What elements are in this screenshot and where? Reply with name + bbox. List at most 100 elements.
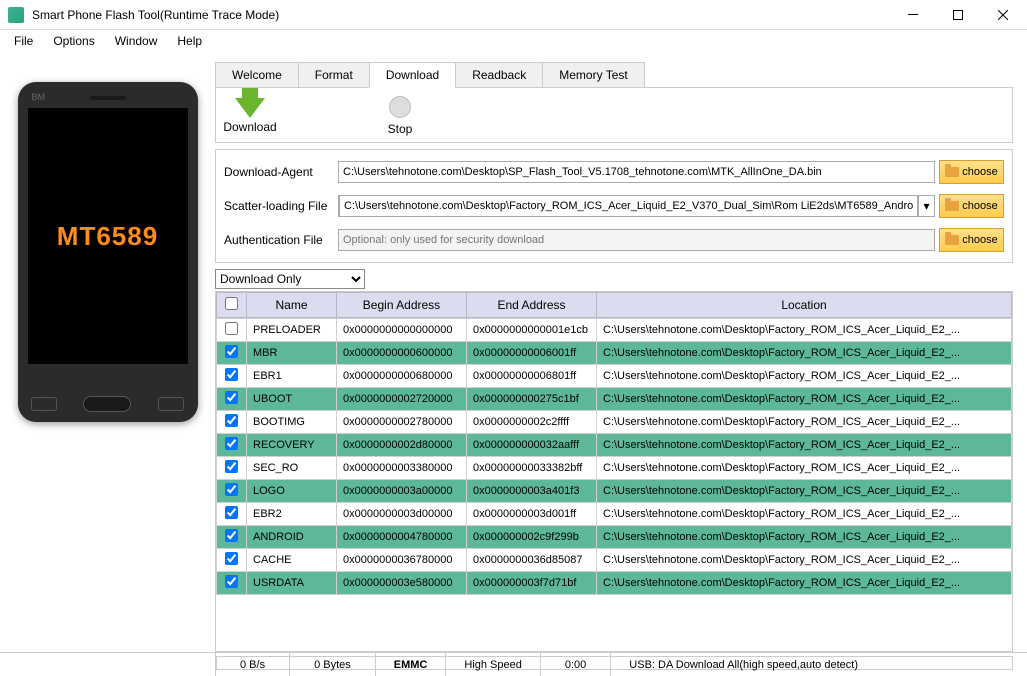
select-all-checkbox[interactable] — [225, 297, 238, 310]
menu-help[interactable]: Help — [167, 32, 212, 50]
col-begin[interactable]: Begin Address — [337, 293, 467, 318]
scatter-dropdown-button[interactable]: ▾ — [918, 196, 934, 216]
action-toolbar: Download Stop — [215, 88, 1013, 143]
scatter-choose-button[interactable]: choose — [939, 194, 1004, 218]
tab-download[interactable]: Download — [369, 62, 456, 88]
row-name: EBR2 — [247, 503, 337, 526]
da-path-input[interactable] — [338, 161, 935, 183]
auth-choose-button[interactable]: choose — [939, 228, 1004, 252]
table-row[interactable]: SEC_RO0x00000000033800000x00000000033382… — [217, 457, 1012, 480]
row-checkbox[interactable] — [225, 437, 238, 450]
row-name: EBR1 — [247, 365, 337, 388]
menubar: File Options Window Help — [0, 30, 1027, 52]
tab-format[interactable]: Format — [298, 62, 370, 87]
folder-icon — [945, 235, 959, 245]
row-checkbox[interactable] — [225, 552, 238, 565]
row-name: CACHE — [247, 549, 337, 572]
row-begin: 0x0000000003a00000 — [337, 480, 467, 503]
col-location[interactable]: Location — [597, 293, 1012, 318]
download-action[interactable]: Download — [220, 98, 280, 134]
row-location: C:\Users\tehnotone.com\Desktop\Factory_R… — [597, 342, 1012, 365]
col-name[interactable]: Name — [247, 293, 337, 318]
da-label: Download-Agent — [224, 165, 334, 179]
row-begin: 0x000000003e580000 — [337, 572, 467, 595]
back-hw-button — [158, 397, 184, 411]
row-end: 0x0000000036d85087 — [467, 549, 597, 572]
row-begin: 0x0000000003d00000 — [337, 503, 467, 526]
table-row[interactable]: ANDROID0x00000000047800000x000000002c9f2… — [217, 526, 1012, 549]
row-begin: 0x0000000002d80000 — [337, 434, 467, 457]
row-begin: 0x0000000000680000 — [337, 365, 467, 388]
close-button[interactable] — [980, 0, 1025, 29]
table-row[interactable]: EBR20x0000000003d000000x0000000003d001ff… — [217, 503, 1012, 526]
status-speed: 0 B/s — [216, 653, 290, 676]
row-checkbox[interactable] — [225, 391, 238, 404]
table-row[interactable]: UBOOT0x00000000027200000x000000000275c1b… — [217, 388, 1012, 411]
row-checkbox[interactable] — [225, 506, 238, 519]
table-row[interactable]: EBR10x00000000006800000x00000000006801ff… — [217, 365, 1012, 388]
menu-window[interactable]: Window — [105, 32, 168, 50]
folder-icon — [945, 201, 959, 211]
row-begin: 0x0000000004780000 — [337, 526, 467, 549]
row-location: C:\Users\tehnotone.com\Desktop\Factory_R… — [597, 411, 1012, 434]
row-checkbox[interactable] — [225, 368, 238, 381]
menu-options[interactable]: Options — [43, 32, 104, 50]
row-checkbox[interactable] — [225, 414, 238, 427]
row-name: MBR — [247, 342, 337, 365]
row-end: 0x00000000006801ff — [467, 365, 597, 388]
row-location: C:\Users\tehnotone.com\Desktop\Factory_R… — [597, 480, 1012, 503]
stop-action-label: Stop — [388, 122, 413, 136]
download-mode-select[interactable]: Download Only — [215, 269, 365, 289]
tab-readback[interactable]: Readback — [455, 62, 543, 87]
status-mode: High Speed — [446, 653, 541, 676]
table-row[interactable]: RECOVERY0x0000000002d800000x000000000032… — [217, 434, 1012, 457]
download-arrow-icon — [235, 98, 265, 118]
window-title: Smart Phone Flash Tool(Runtime Trace Mod… — [32, 8, 890, 22]
table-row[interactable]: USRDATA0x000000003e5800000x000000003f7d7… — [217, 572, 1012, 595]
phone-speaker — [90, 96, 126, 100]
row-end: 0x0000000003a401f3 — [467, 480, 597, 503]
da-choose-button[interactable]: choose — [939, 160, 1004, 184]
row-begin: 0x0000000000600000 — [337, 342, 467, 365]
titlebar: Smart Phone Flash Tool(Runtime Trace Mod… — [0, 0, 1027, 30]
table-row[interactable]: BOOTIMG0x00000000027800000x0000000002c2f… — [217, 411, 1012, 434]
phone-screen: MT6589 — [28, 108, 188, 364]
row-end: 0x00000000033382bff — [467, 457, 597, 480]
row-checkbox[interactable] — [225, 345, 238, 358]
phone-hw-buttons — [18, 396, 198, 412]
col-end[interactable]: End Address — [467, 293, 597, 318]
minimize-button[interactable] — [890, 0, 935, 29]
tab-welcome[interactable]: Welcome — [215, 62, 299, 87]
table-row[interactable]: PRELOADER0x00000000000000000x00000000000… — [217, 319, 1012, 342]
row-checkbox[interactable] — [225, 483, 238, 496]
stop-action[interactable]: Stop — [370, 96, 430, 136]
scatter-combo[interactable]: ▾ — [338, 195, 935, 217]
row-begin: 0x0000000002780000 — [337, 411, 467, 434]
maximize-button[interactable] — [935, 0, 980, 29]
row-name: UBOOT — [247, 388, 337, 411]
row-checkbox[interactable] — [225, 460, 238, 473]
file-selection-panel: Download-Agent choose Scatter-loading Fi… — [215, 149, 1013, 263]
row-checkbox[interactable] — [225, 575, 238, 588]
table-row[interactable]: LOGO0x0000000003a000000x0000000003a401f3… — [217, 480, 1012, 503]
scatter-label: Scatter-loading File — [224, 199, 334, 213]
scatter-path-input[interactable] — [339, 195, 918, 217]
partition-table: Name Begin Address End Address Location … — [215, 291, 1013, 652]
row-location: C:\Users\tehnotone.com\Desktop\Factory_R… — [597, 319, 1012, 342]
row-location: C:\Users\tehnotone.com\Desktop\Factory_R… — [597, 503, 1012, 526]
row-checkbox[interactable] — [225, 529, 238, 542]
home-hw-button — [83, 396, 131, 412]
download-action-label: Download — [223, 120, 276, 134]
table-row[interactable]: MBR0x00000000006000000x00000000006001ffC… — [217, 342, 1012, 365]
folder-icon — [945, 167, 959, 177]
status-time: 0:00 — [541, 653, 611, 676]
menu-file[interactable]: File — [4, 32, 43, 50]
row-end: 0x000000002c9f299b — [467, 526, 597, 549]
table-row[interactable]: CACHE0x00000000367800000x0000000036d8508… — [217, 549, 1012, 572]
tab-memory-test[interactable]: Memory Test — [542, 62, 644, 87]
row-checkbox[interactable] — [225, 322, 238, 335]
row-name: LOGO — [247, 480, 337, 503]
app-icon — [8, 7, 24, 23]
device-preview-panel: BM MT6589 — [0, 52, 215, 652]
row-end: 0x000000000275c1bf — [467, 388, 597, 411]
